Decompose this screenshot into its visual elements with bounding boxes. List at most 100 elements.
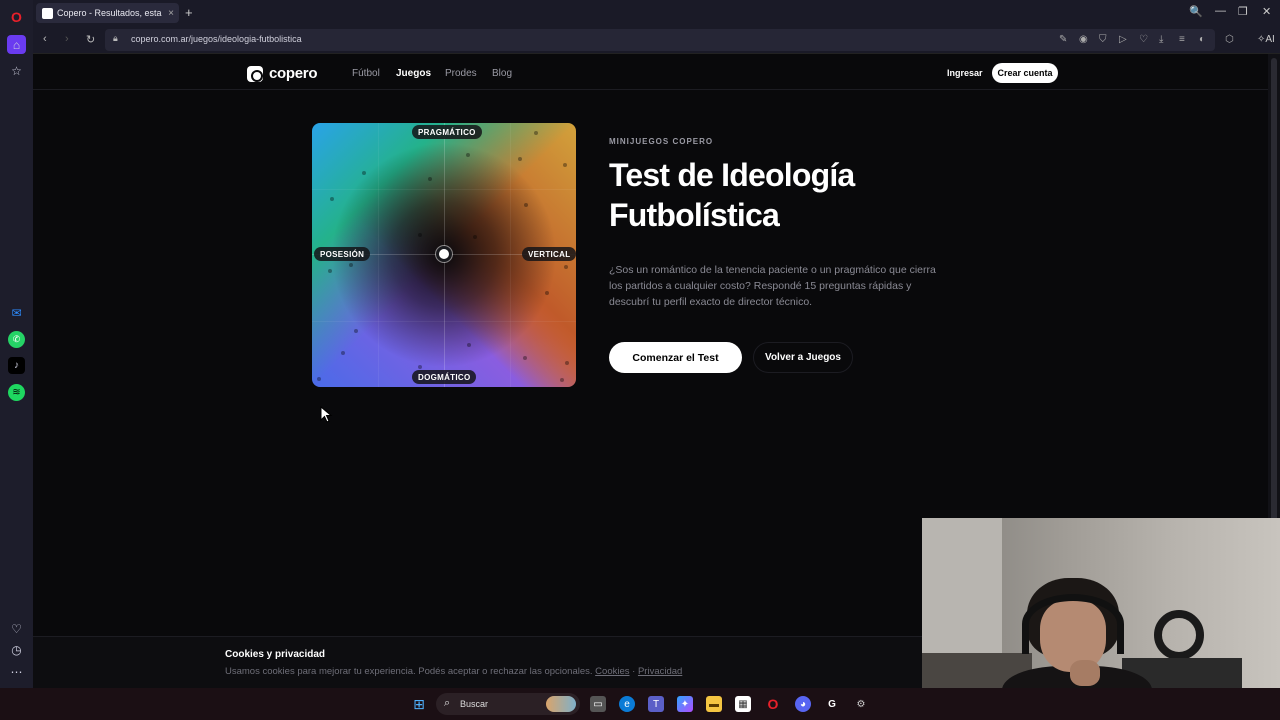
- compass-dot: [349, 263, 353, 267]
- label-pragmatico: PRAGMÁTICO: [412, 125, 482, 139]
- compass-dot: [341, 351, 345, 355]
- tab-bar: Copero - Resultados, esta × + 🔍 — ❐ ✕: [33, 0, 1280, 26]
- address-toolbar: ‹ › ↻ 🔒︎ copero.com.ar/juegos/ideologia-…: [33, 26, 1280, 54]
- user-position-marker: [436, 246, 452, 262]
- taskbar-search[interactable]: ⌕ Buscar: [436, 693, 580, 715]
- brand-name: copero: [269, 65, 318, 82]
- copilot-icon[interactable]: ✦: [677, 696, 693, 712]
- tab-search-icon[interactable]: 🔍: [1189, 5, 1203, 18]
- search-label: Buscar: [460, 699, 489, 709]
- lock-icon[interactable]: 🔒︎: [113, 33, 118, 44]
- compass-dot: [418, 365, 422, 369]
- discord-icon[interactable]: ◕: [795, 696, 811, 712]
- extensions-icon[interactable]: ⬡: [1225, 34, 1234, 45]
- copero-logo-icon: [247, 65, 263, 82]
- maximize-button[interactable]: ❐: [1238, 5, 1248, 18]
- menu-icon[interactable]: ≡: [1179, 34, 1185, 45]
- cookies-link[interactable]: Cookies: [595, 666, 629, 677]
- shield-icon[interactable]: ⛉: [1099, 34, 1107, 45]
- nav-prodes[interactable]: Prodes: [445, 68, 477, 79]
- task-view-icon[interactable]: ▭: [590, 696, 606, 712]
- home-icon[interactable]: ⌂: [7, 35, 26, 54]
- spotify-icon[interactable]: ≋: [8, 384, 25, 401]
- tab-close-icon[interactable]: ×: [168, 8, 174, 19]
- label-posesion: POSESIÓN: [314, 247, 371, 261]
- cookie-title: Cookies y privacidad: [225, 649, 326, 660]
- edit-icon[interactable]: ✎: [1059, 34, 1067, 45]
- favorites-icon[interactable]: ♡: [8, 620, 25, 637]
- search-highlight-image: [546, 696, 576, 712]
- compass-dot: [428, 177, 432, 181]
- tab-title: Copero - Resultados, esta: [57, 8, 162, 18]
- logitech-icon[interactable]: G: [824, 696, 840, 712]
- signup-button[interactable]: Crear cuenta: [992, 63, 1058, 83]
- url-text[interactable]: copero.com.ar/juegos/ideologia-futbolist…: [131, 34, 302, 44]
- site-logo[interactable]: copero: [247, 65, 318, 82]
- compass-dot: [534, 131, 538, 135]
- start-test-button[interactable]: Comenzar el Test: [609, 342, 742, 373]
- messenger-icon[interactable]: ✉: [8, 304, 25, 321]
- mouse-cursor-icon: [320, 406, 333, 423]
- windows-taskbar: ⊞ ⌕ Buscar ▭ e T ✦ ▬ ▦ O ◕ G ⚙: [0, 688, 1280, 720]
- grid-line: [510, 123, 511, 387]
- compass-dot: [545, 291, 549, 295]
- history-icon[interactable]: ◷: [8, 641, 25, 658]
- reload-icon[interactable]: ↻: [86, 33, 95, 46]
- steam-icon[interactable]: ⚙: [853, 696, 869, 712]
- minimize-button[interactable]: —: [1215, 5, 1226, 17]
- label-vertical: VERTICAL: [522, 247, 576, 261]
- whatsapp-icon[interactable]: ✆: [8, 331, 25, 348]
- download-icon[interactable]: ⤓: [1159, 34, 1163, 45]
- copero-favicon-icon: [42, 7, 53, 19]
- page-title: Test de Ideología Futbolística: [609, 155, 969, 235]
- new-tab-button[interactable]: +: [185, 5, 193, 20]
- compass-dot: [317, 377, 321, 381]
- windows-start-icon[interactable]: ⊞: [411, 696, 427, 712]
- compass-dot: [466, 153, 470, 157]
- opera-taskbar-icon[interactable]: O: [765, 696, 781, 712]
- webcam-background-door: [922, 518, 1002, 668]
- privacy-link[interactable]: Privacidad: [638, 666, 682, 677]
- nav-juegos[interactable]: Juegos: [396, 68, 431, 79]
- login-link[interactable]: Ingresar: [947, 68, 983, 78]
- forward-icon[interactable]: ›: [65, 33, 69, 45]
- file-explorer-icon[interactable]: ▬: [706, 696, 722, 712]
- edge-icon[interactable]: e: [619, 696, 635, 712]
- title-line-1: Test de Ideología: [609, 157, 855, 193]
- back-to-games-button[interactable]: Volver a Juegos: [753, 342, 853, 373]
- section-eyebrow: MINIJUEGOS COPERO: [609, 137, 714, 146]
- compass-dot: [473, 235, 477, 239]
- compass-dot: [328, 269, 332, 273]
- title-line-2: Futbolística: [609, 197, 780, 233]
- heart-icon[interactable]: ♡: [1139, 34, 1148, 45]
- streamer-hand: [1070, 660, 1100, 686]
- bookmarks-icon[interactable]: ☆: [8, 62, 25, 79]
- compass-dot: [418, 233, 422, 237]
- compass-dot: [362, 171, 366, 175]
- play-icon[interactable]: ▷: [1119, 34, 1127, 45]
- ideology-compass: PRAGMÁTICO DOGMÁTICO POSESIÓN VERTICAL: [312, 123, 576, 387]
- opera-logo-icon[interactable]: O: [8, 8, 25, 25]
- compass-dot: [563, 163, 567, 167]
- search-icon: ⌕: [444, 697, 451, 709]
- nav-blog[interactable]: Blog: [492, 68, 512, 79]
- store-icon[interactable]: ▦: [735, 696, 751, 712]
- compass-dot: [330, 197, 334, 201]
- close-window-button[interactable]: ✕: [1262, 5, 1271, 18]
- grid-line: [378, 123, 379, 387]
- compass-dot: [564, 265, 568, 269]
- headset: [1022, 594, 1124, 654]
- compass-dot: [467, 343, 471, 347]
- nav-futbol[interactable]: Fútbol: [352, 68, 380, 79]
- profile-icon[interactable]: ◐: [1199, 34, 1205, 45]
- camera-icon[interactable]: ◉: [1079, 34, 1088, 45]
- site-header: copero Fútbol Juegos Prodes Blog Ingresa…: [33, 54, 1268, 90]
- teams-icon[interactable]: T: [648, 696, 664, 712]
- tab-copero[interactable]: Copero - Resultados, esta ×: [36, 3, 179, 23]
- back-icon[interactable]: ‹: [43, 33, 47, 45]
- aria-ai-button[interactable]: ✧AI: [1257, 34, 1275, 45]
- label-dogmatico: DOGMÁTICO: [412, 370, 477, 384]
- more-icon[interactable]: ⋯: [8, 663, 25, 680]
- compass-dot: [518, 157, 522, 161]
- tiktok-icon[interactable]: ♪: [8, 357, 25, 374]
